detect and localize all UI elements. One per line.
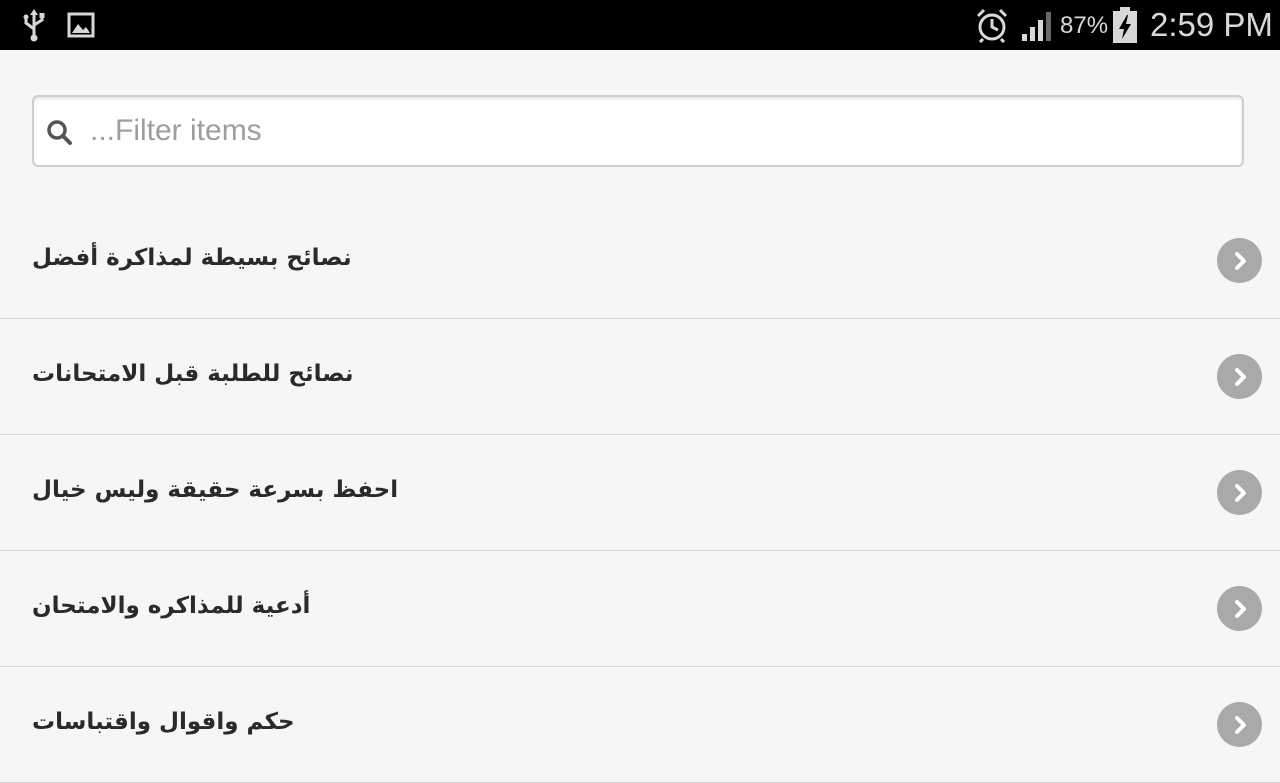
list-item[interactable]: نصائح للطلبة قبل الامتحانات	[0, 319, 1280, 435]
filter-input[interactable]	[86, 103, 1234, 159]
search-bar-container	[0, 50, 1280, 204]
clock-time: 2:59 PM	[1150, 6, 1273, 43]
list-item[interactable]: أدعية للمذاكره والامتحان	[0, 551, 1280, 667]
list-item[interactable]: حكم واقوال واقتباسات	[0, 667, 1280, 783]
list-item[interactable]: نصائح بسيطة لمذاكرة أفضل	[0, 203, 1280, 319]
list-item-label: احفظ بسرعة حقيقة وليس خيال	[32, 477, 399, 503]
alarm-icon	[974, 0, 1012, 50]
chevron-right-icon[interactable]	[1217, 238, 1262, 283]
list-item-label: حكم واقوال واقتباسات	[32, 709, 295, 735]
search-icon	[44, 117, 74, 147]
list-item[interactable]: احفظ بسرعة حقيقة وليس خيال	[0, 435, 1280, 551]
list-item-label: نصائح بسيطة لمذاكرة أفضل	[32, 245, 352, 271]
chevron-right-icon[interactable]	[1217, 586, 1262, 631]
list-item-label: أدعية للمذاكره والامتحان	[32, 593, 311, 619]
signal-icon	[1020, 0, 1058, 50]
list-item-label: نصائح للطلبة قبل الامتحانات	[32, 361, 354, 387]
status-bar: 87% 2:59 PM	[0, 0, 1280, 50]
usb-icon	[20, 0, 48, 50]
chevron-right-icon[interactable]	[1217, 354, 1262, 399]
battery-percent: 87%	[1060, 12, 1109, 39]
main-content: نصائح بسيطة لمذاكرة أفضل نصائح للطلبة قب…	[0, 50, 1280, 783]
chevron-right-icon[interactable]	[1217, 470, 1262, 515]
items-list: نصائح بسيطة لمذاكرة أفضل نصائح للطلبة قب…	[0, 203, 1280, 783]
chevron-right-icon[interactable]	[1217, 702, 1262, 747]
image-icon	[67, 0, 97, 50]
battery-charging-icon	[1112, 0, 1142, 50]
search-box[interactable]	[32, 95, 1244, 167]
